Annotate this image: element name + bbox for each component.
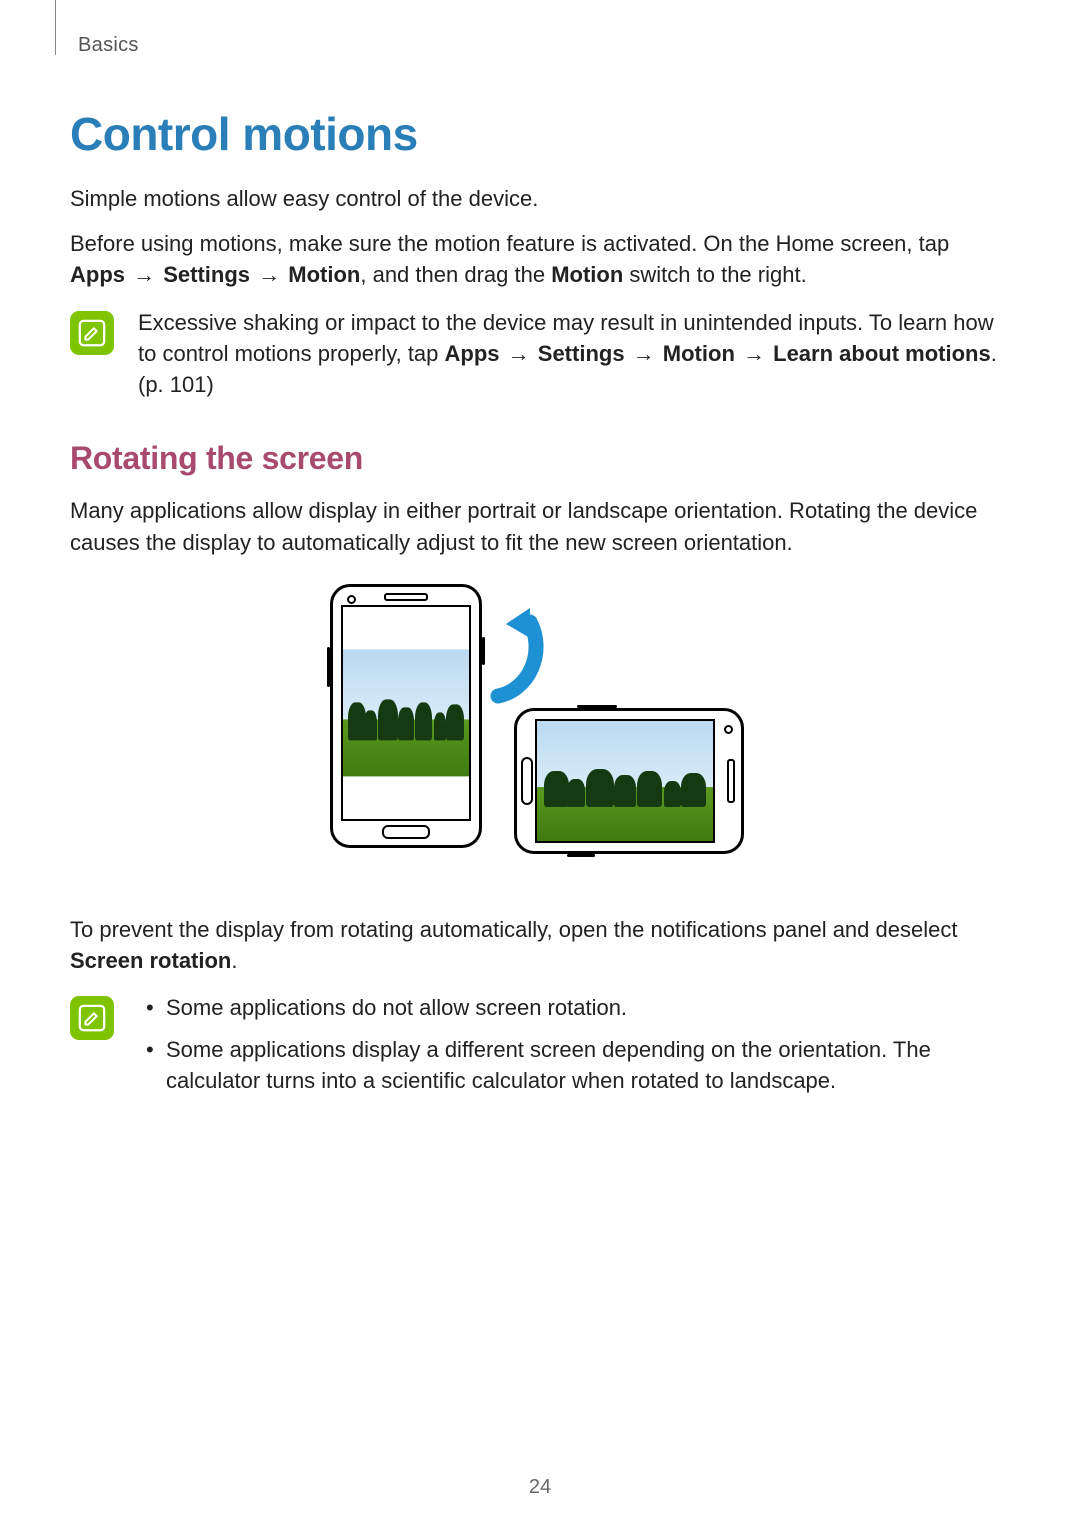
path-settings: Settings [538,341,625,366]
header-rule [55,0,56,55]
home-button-icon [521,757,533,805]
sensor-dot [724,725,733,734]
rotation-paragraph-2: To prevent the display from rotating aut… [70,914,1010,976]
side-button [577,705,617,708]
path-settings: Settings [163,262,250,287]
photo-landscape [343,649,469,776]
text: . [231,948,237,973]
photo-landscape [537,721,713,841]
note-list-item: Some applications display a different sc… [160,1034,1010,1096]
path-apps: Apps [445,341,500,366]
text: , and then drag the [360,262,551,287]
text: Before using motions, make sure the moti… [70,231,949,256]
photo-trees [537,766,713,807]
manual-page: Basics Control motions Simple motions al… [0,0,1080,1527]
setting-name: Screen rotation [70,948,231,973]
phone-landscape [514,708,744,854]
intro-paragraph-1: Simple motions allow easy control of the… [70,183,1010,214]
page-number: 24 [0,1476,1080,1499]
intro-paragraph-2: Before using motions, make sure the moti… [70,228,1010,290]
rotation-paragraph-1: Many applications allow display in eithe… [70,495,1010,557]
note-text: Excessive shaking or impact to the devic… [138,307,1010,401]
path-apps: Apps [70,262,125,287]
arrow-icon: → [625,341,663,366]
home-button-icon [382,825,430,839]
text: To prevent the display from rotating aut… [70,917,957,942]
side-button [567,854,595,857]
switch-name: Motion [551,262,623,287]
side-button [327,647,330,687]
phone-screen [535,719,715,843]
path-motion: Motion [663,341,735,366]
photo-trees [343,698,469,741]
note-block-1: Excessive shaking or impact to the devic… [70,307,1010,401]
text: switch to the right. [623,262,806,287]
path-motion: Motion [288,262,360,287]
page-title: Control motions [70,107,1010,161]
path-learn: Learn about motions [773,341,991,366]
rotation-illustration [70,584,1010,884]
section-heading: Rotating the screen [70,440,1010,477]
arrow-icon: → [125,262,163,287]
sensor-dot [347,595,356,604]
phone-screen [341,605,471,821]
rotate-arrow-icon [472,604,582,714]
arrow-icon: → [500,341,538,366]
note-icon [70,996,114,1040]
note-block-2: Some applications do not allow screen ro… [70,992,1010,1106]
phone-portrait [330,584,482,848]
arrow-icon: → [250,262,288,287]
note-icon [70,311,114,355]
pencil-note-icon [77,1003,107,1033]
note-text: Some applications do not allow screen ro… [138,992,1010,1106]
illustration-canvas [330,584,750,884]
arrow-icon: → [735,341,773,366]
note-list-item: Some applications do not allow screen ro… [160,992,1010,1023]
pencil-note-icon [77,318,107,348]
breadcrumb: Basics [78,34,1010,57]
